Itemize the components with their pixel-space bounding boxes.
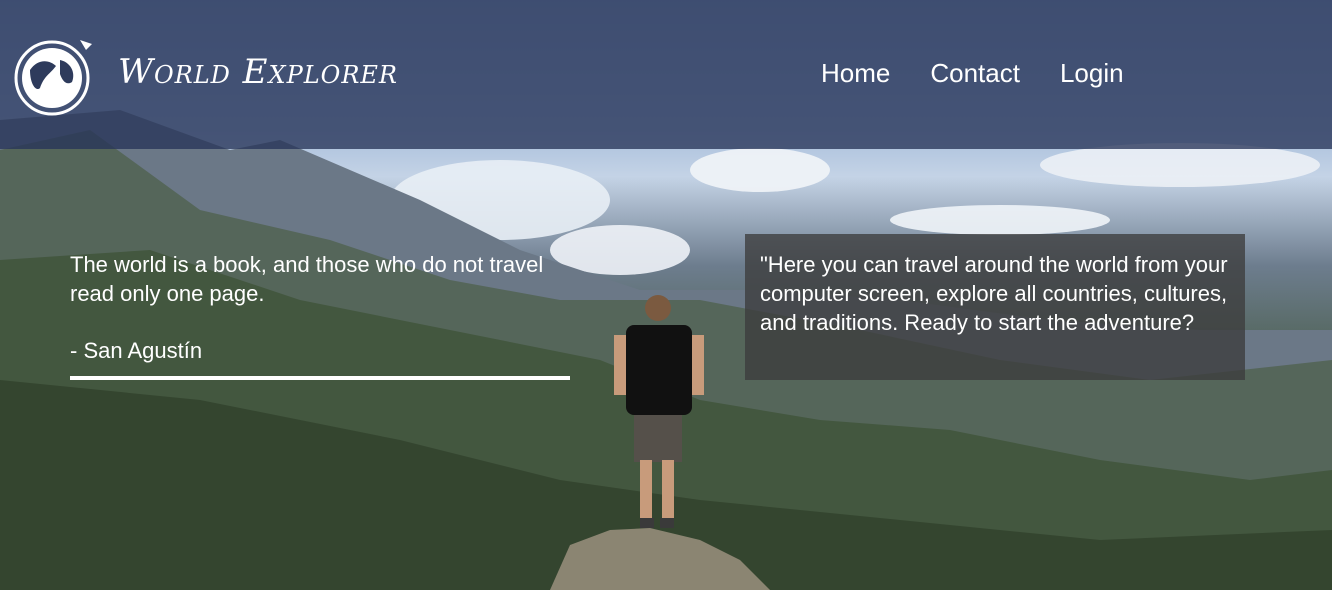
nav-contact-link[interactable]: Contact [930, 58, 1020, 89]
quote-block: The world is a book, and those who do no… [70, 250, 570, 365]
intro-text: "Here you can travel around the world fr… [760, 252, 1228, 335]
quote-text: The world is a book, and those who do no… [70, 252, 544, 306]
quote-author: - San Agustín [70, 338, 203, 363]
brand-name[interactable]: World Explorer [118, 52, 398, 92]
intro-box: "Here you can travel around the world fr… [745, 234, 1245, 380]
main-nav: Home Contact Login [821, 58, 1124, 89]
nav-login-link[interactable]: Login [1060, 58, 1124, 89]
quote-divider [70, 376, 570, 380]
nav-home-link[interactable]: Home [821, 58, 890, 89]
globe-icon[interactable] [10, 30, 110, 125]
header-bar: World Explorer Home Contact Login [0, 0, 1332, 149]
